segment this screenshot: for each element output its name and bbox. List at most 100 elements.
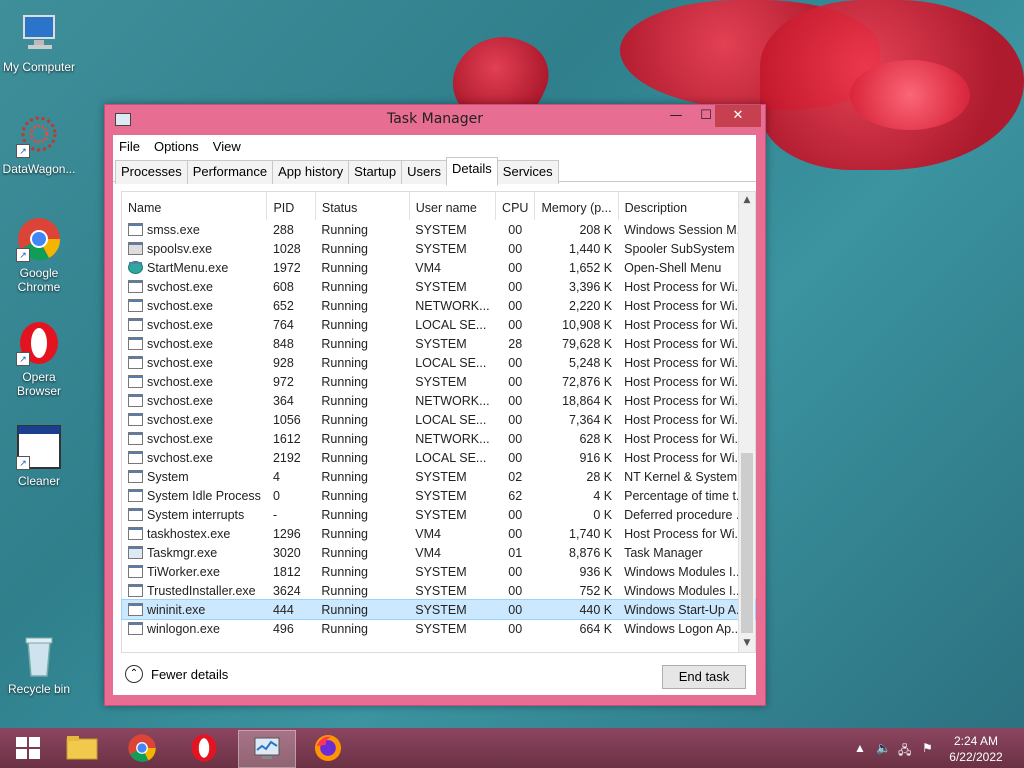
tab-users[interactable]: Users	[401, 160, 448, 184]
table-row[interactable]: spoolsv.exe 1028 Running SYSTEM 00 1,440 K Spo…	[122, 239, 755, 258]
fewer-details-button[interactable]: ⌃ Fewer details	[125, 665, 228, 683]
scroll-down-arrow-icon[interactable]: ▼	[739, 635, 755, 652]
process-pid: 496	[272, 621, 294, 636]
process-status: Running	[321, 393, 368, 408]
process-memory: 28 K	[586, 469, 613, 484]
table-row[interactable]: StartMenu.exe 1972 Running VM4 00 1,652 K Open…	[122, 258, 755, 277]
process-memory: 4 K	[593, 488, 613, 503]
taskbar-file-explorer[interactable]	[54, 730, 110, 766]
process-name: TrustedInstaller.exe	[147, 583, 256, 598]
desktop-icon-chrome[interactable]: ↗ Google Chrome	[0, 216, 78, 294]
table-row[interactable]: svchost.exe 1612 Running NETWORK... 00 628 K H…	[122, 429, 755, 448]
table-row[interactable]: Taskmgr.exe 3020 Running VM4 01 8,876 K Task M…	[122, 543, 755, 562]
process-description: NT Kernel & System	[624, 469, 738, 484]
tab-details[interactable]: Details	[446, 157, 498, 186]
table-row[interactable]: svchost.exe 764 Running LOCAL SE... 00 10,908…	[122, 315, 755, 334]
process-cpu: 00	[508, 507, 523, 522]
process-icon	[128, 431, 143, 445]
tab-services[interactable]: Services	[496, 160, 559, 184]
table-row[interactable]: smss.exe 288 Running SYSTEM 00 208 K Windows S…	[122, 220, 755, 239]
process-status: Running	[321, 621, 368, 636]
minimize-button[interactable]: —	[661, 105, 691, 127]
start-button[interactable]	[0, 730, 56, 766]
table-row[interactable]: svchost.exe 848 Running SYSTEM 28 79,628 K Hos…	[122, 334, 755, 353]
scrollbar-thumb[interactable]	[741, 453, 753, 633]
table-row-selected[interactable]: wininit.exe 444 Running SYSTEM 00 440 K Window…	[121, 599, 756, 620]
column-header-name[interactable]: Name	[122, 192, 268, 220]
process-description: Host Process for Wi...	[624, 298, 745, 313]
tab-performance[interactable]: Performance	[186, 160, 274, 184]
column-header-user[interactable]: User name	[409, 192, 497, 220]
taskbar-opera[interactable]	[176, 730, 232, 766]
taskbar-task-manager[interactable]	[238, 730, 296, 768]
desktop-icon-cleaner[interactable]: ↗ Cleaner	[0, 424, 78, 488]
column-header-description[interactable]: Description	[618, 192, 756, 220]
taskbar-firefox[interactable]	[300, 730, 356, 766]
tab-startup[interactable]: Startup	[348, 160, 403, 184]
process-memory: 18,864 K	[562, 393, 613, 408]
table-row[interactable]: svchost.exe 652 Running NETWORK... 00 2,220 K…	[122, 296, 755, 315]
process-memory: 1,652 K	[569, 260, 613, 275]
process-user: NETWORK...	[415, 298, 490, 313]
table-row[interactable]: svchost.exe 928 Running LOCAL SE... 00 5,248 …	[122, 353, 755, 372]
tab-app-history[interactable]: App history	[272, 160, 350, 184]
speaker-muted-icon[interactable]: 🔈	[876, 741, 891, 755]
process-description: Windows Logon Ap...	[624, 621, 742, 636]
tab-strip: Processes Performance App history Startu…	[113, 157, 756, 186]
show-hidden-icons-icon[interactable]: ▲	[854, 741, 866, 755]
table-row[interactable]: System Idle Process 0 Running SYSTEM 62 4 K Pe…	[122, 486, 755, 505]
table-row[interactable]: System interrupts - Running SYSTEM 00 0 K Defe…	[122, 505, 755, 524]
process-description: Windows Session M...	[624, 222, 748, 237]
action-center-icon[interactable]: ⚑	[922, 741, 933, 755]
table-row[interactable]: System 4 Running SYSTEM 02 28 K NT Kernel & Sy…	[122, 467, 755, 486]
table-row[interactable]: svchost.exe 608 Running SYSTEM 00 3,396 K Host…	[122, 277, 755, 296]
close-button[interactable]: ✕	[715, 105, 761, 127]
process-description: Host Process for Wi...	[624, 355, 745, 370]
table-row[interactable]: svchost.exe 2192 Running LOCAL SE... 00 916 K…	[122, 448, 755, 467]
process-name: svchost.exe	[147, 298, 214, 313]
process-memory: 1,740 K	[569, 526, 613, 541]
process-name: System	[147, 469, 189, 484]
process-cpu: 00	[508, 431, 523, 446]
table-row[interactable]: svchost.exe 1056 Running LOCAL SE... 00 7,364…	[122, 410, 755, 429]
vertical-scrollbar[interactable]: ▲ ▼	[738, 192, 755, 652]
column-header-cpu[interactable]: CPU	[495, 192, 536, 220]
desktop-icon-label: Opera Browser	[16, 370, 61, 398]
taskbar-chrome[interactable]	[114, 730, 170, 766]
table-row[interactable]: winlogon.exe 496 Running SYSTEM 00 664 K Windo…	[122, 619, 755, 638]
printer-icon	[128, 241, 143, 255]
scroll-up-arrow-icon[interactable]: ▲	[739, 192, 755, 209]
process-cpu: 00	[508, 583, 523, 598]
process-icon	[128, 336, 143, 350]
network-icon[interactable]: 🖧	[898, 741, 911, 762]
process-memory: 752 K	[579, 583, 613, 598]
table-row[interactable]: taskhostex.exe 1296 Running VM4 00 1,740 K Hos…	[122, 524, 755, 543]
clock[interactable]: 2:24 AM 6/22/2022	[946, 733, 1006, 765]
table-row[interactable]: svchost.exe 972 Running SYSTEM 00 72,876 K Hos…	[122, 372, 755, 391]
table-row[interactable]: TiWorker.exe 1812 Running SYSTEM 00 936 K Wind…	[122, 562, 755, 581]
table-row[interactable]: TrustedInstaller.exe 3624 Running SYSTEM 00 7…	[122, 581, 755, 600]
desktop-icon-my-computer[interactable]: My Computer	[0, 10, 78, 74]
end-task-button[interactable]: End task	[662, 665, 746, 689]
process-icon	[128, 393, 143, 407]
column-header-memory[interactable]: Memory (p...	[534, 192, 619, 220]
table-row[interactable]: svchost.exe 364 Running NETWORK... 00 18,864 …	[122, 391, 755, 410]
desktop-icon-opera[interactable]: ↗ Opera Browser	[0, 320, 78, 398]
chrome-icon	[128, 734, 156, 762]
title-bar[interactable]: Task Manager — ☐ ✕	[105, 105, 765, 133]
process-pid: 928	[272, 355, 294, 370]
column-header-status[interactable]: Status	[315, 192, 410, 220]
process-status: Running	[321, 279, 368, 294]
desktop-icon-datawagon[interactable]: ↗ DataWagon...	[0, 112, 78, 176]
column-header-pid[interactable]: PID	[266, 192, 316, 220]
tab-processes[interactable]: Processes	[115, 160, 188, 184]
menu-options[interactable]: Options	[154, 139, 199, 154]
process-pid: 764	[272, 317, 294, 332]
process-memory: 440 K	[534, 600, 619, 619]
process-user: SYSTEM	[415, 336, 467, 351]
desktop-icon-recycle-bin[interactable]: Recycle bin	[0, 632, 78, 696]
menu-view[interactable]: View	[213, 139, 241, 154]
menu-file[interactable]: File	[119, 139, 140, 154]
process-memory: 916 K	[579, 450, 613, 465]
shortcut-arrow-icon: ↗	[16, 352, 30, 366]
